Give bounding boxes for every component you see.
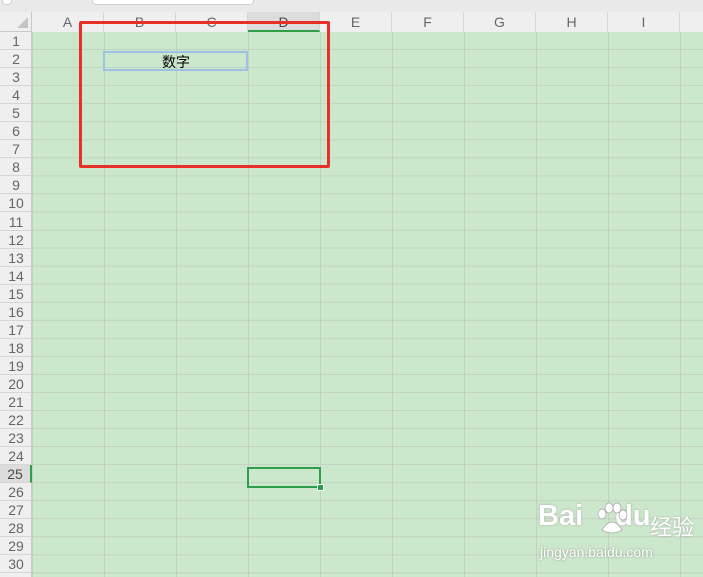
row-header-19[interactable]: 19: [0, 357, 32, 375]
annotation-highlight-box: [79, 21, 330, 168]
row-header-14[interactable]: 14: [0, 267, 32, 285]
row-header-5[interactable]: 5: [0, 104, 32, 123]
row-header-7[interactable]: 7: [0, 140, 32, 159]
fill-handle[interactable]: [317, 484, 324, 491]
row-header-8[interactable]: 8: [0, 158, 32, 177]
baidu-paw-icon: [597, 502, 628, 534]
column-header-h[interactable]: H: [536, 12, 608, 32]
watermark-product: 经验: [650, 515, 695, 540]
sheet-tab-strip: [0, 0, 703, 12]
row-header-21[interactable]: 21: [0, 393, 32, 412]
row-header-20[interactable]: 20: [0, 375, 32, 393]
select-all-corner[interactable]: [0, 12, 32, 32]
row-header-11[interactable]: 11: [0, 213, 32, 231]
row-header-9[interactable]: 9: [0, 176, 32, 195]
column-header-i[interactable]: I: [608, 12, 680, 32]
row-header-26[interactable]: 26: [0, 483, 32, 502]
row-header-27[interactable]: 27: [0, 501, 32, 520]
row-header-15[interactable]: 15: [0, 285, 32, 303]
row-header-13[interactable]: 13: [0, 249, 32, 267]
watermark-url: jingyan.baidu.com: [540, 544, 653, 560]
row-header-28[interactable]: 28: [0, 519, 32, 538]
baidu-jingyan-watermark: Bai du 经验 jingyan.baidu.com: [538, 500, 698, 570]
row-header-6[interactable]: 6: [0, 122, 32, 141]
row-header-22[interactable]: 22: [0, 411, 32, 430]
row-header-1[interactable]: 1: [0, 32, 32, 51]
active-cell-d25[interactable]: [247, 467, 321, 488]
row-header-29[interactable]: 29: [0, 537, 32, 556]
select-all-triangle-icon: [17, 17, 28, 28]
column-header-e[interactable]: E: [320, 12, 392, 32]
row-header-4[interactable]: 4: [0, 86, 32, 105]
row-header-3[interactable]: 3: [0, 68, 32, 87]
row-header-16[interactable]: 16: [0, 303, 32, 321]
sheet-tab[interactable]: [92, 0, 254, 5]
column-header-g[interactable]: G: [464, 12, 536, 32]
row-header-17[interactable]: 17: [0, 321, 32, 339]
row-header-10[interactable]: 10: [0, 194, 32, 213]
row-header-25[interactable]: 25: [0, 465, 32, 484]
row-header-23[interactable]: 23: [0, 429, 32, 448]
row-header-2[interactable]: 2: [0, 50, 32, 69]
row-header-30[interactable]: 30: [0, 555, 32, 574]
row-header-18[interactable]: 18: [0, 339, 32, 357]
row-header-24[interactable]: 24: [0, 447, 32, 466]
column-header-f[interactable]: F: [392, 12, 464, 32]
sheet-tab-edge[interactable]: [2, 0, 12, 5]
row-header-12[interactable]: 12: [0, 231, 32, 249]
